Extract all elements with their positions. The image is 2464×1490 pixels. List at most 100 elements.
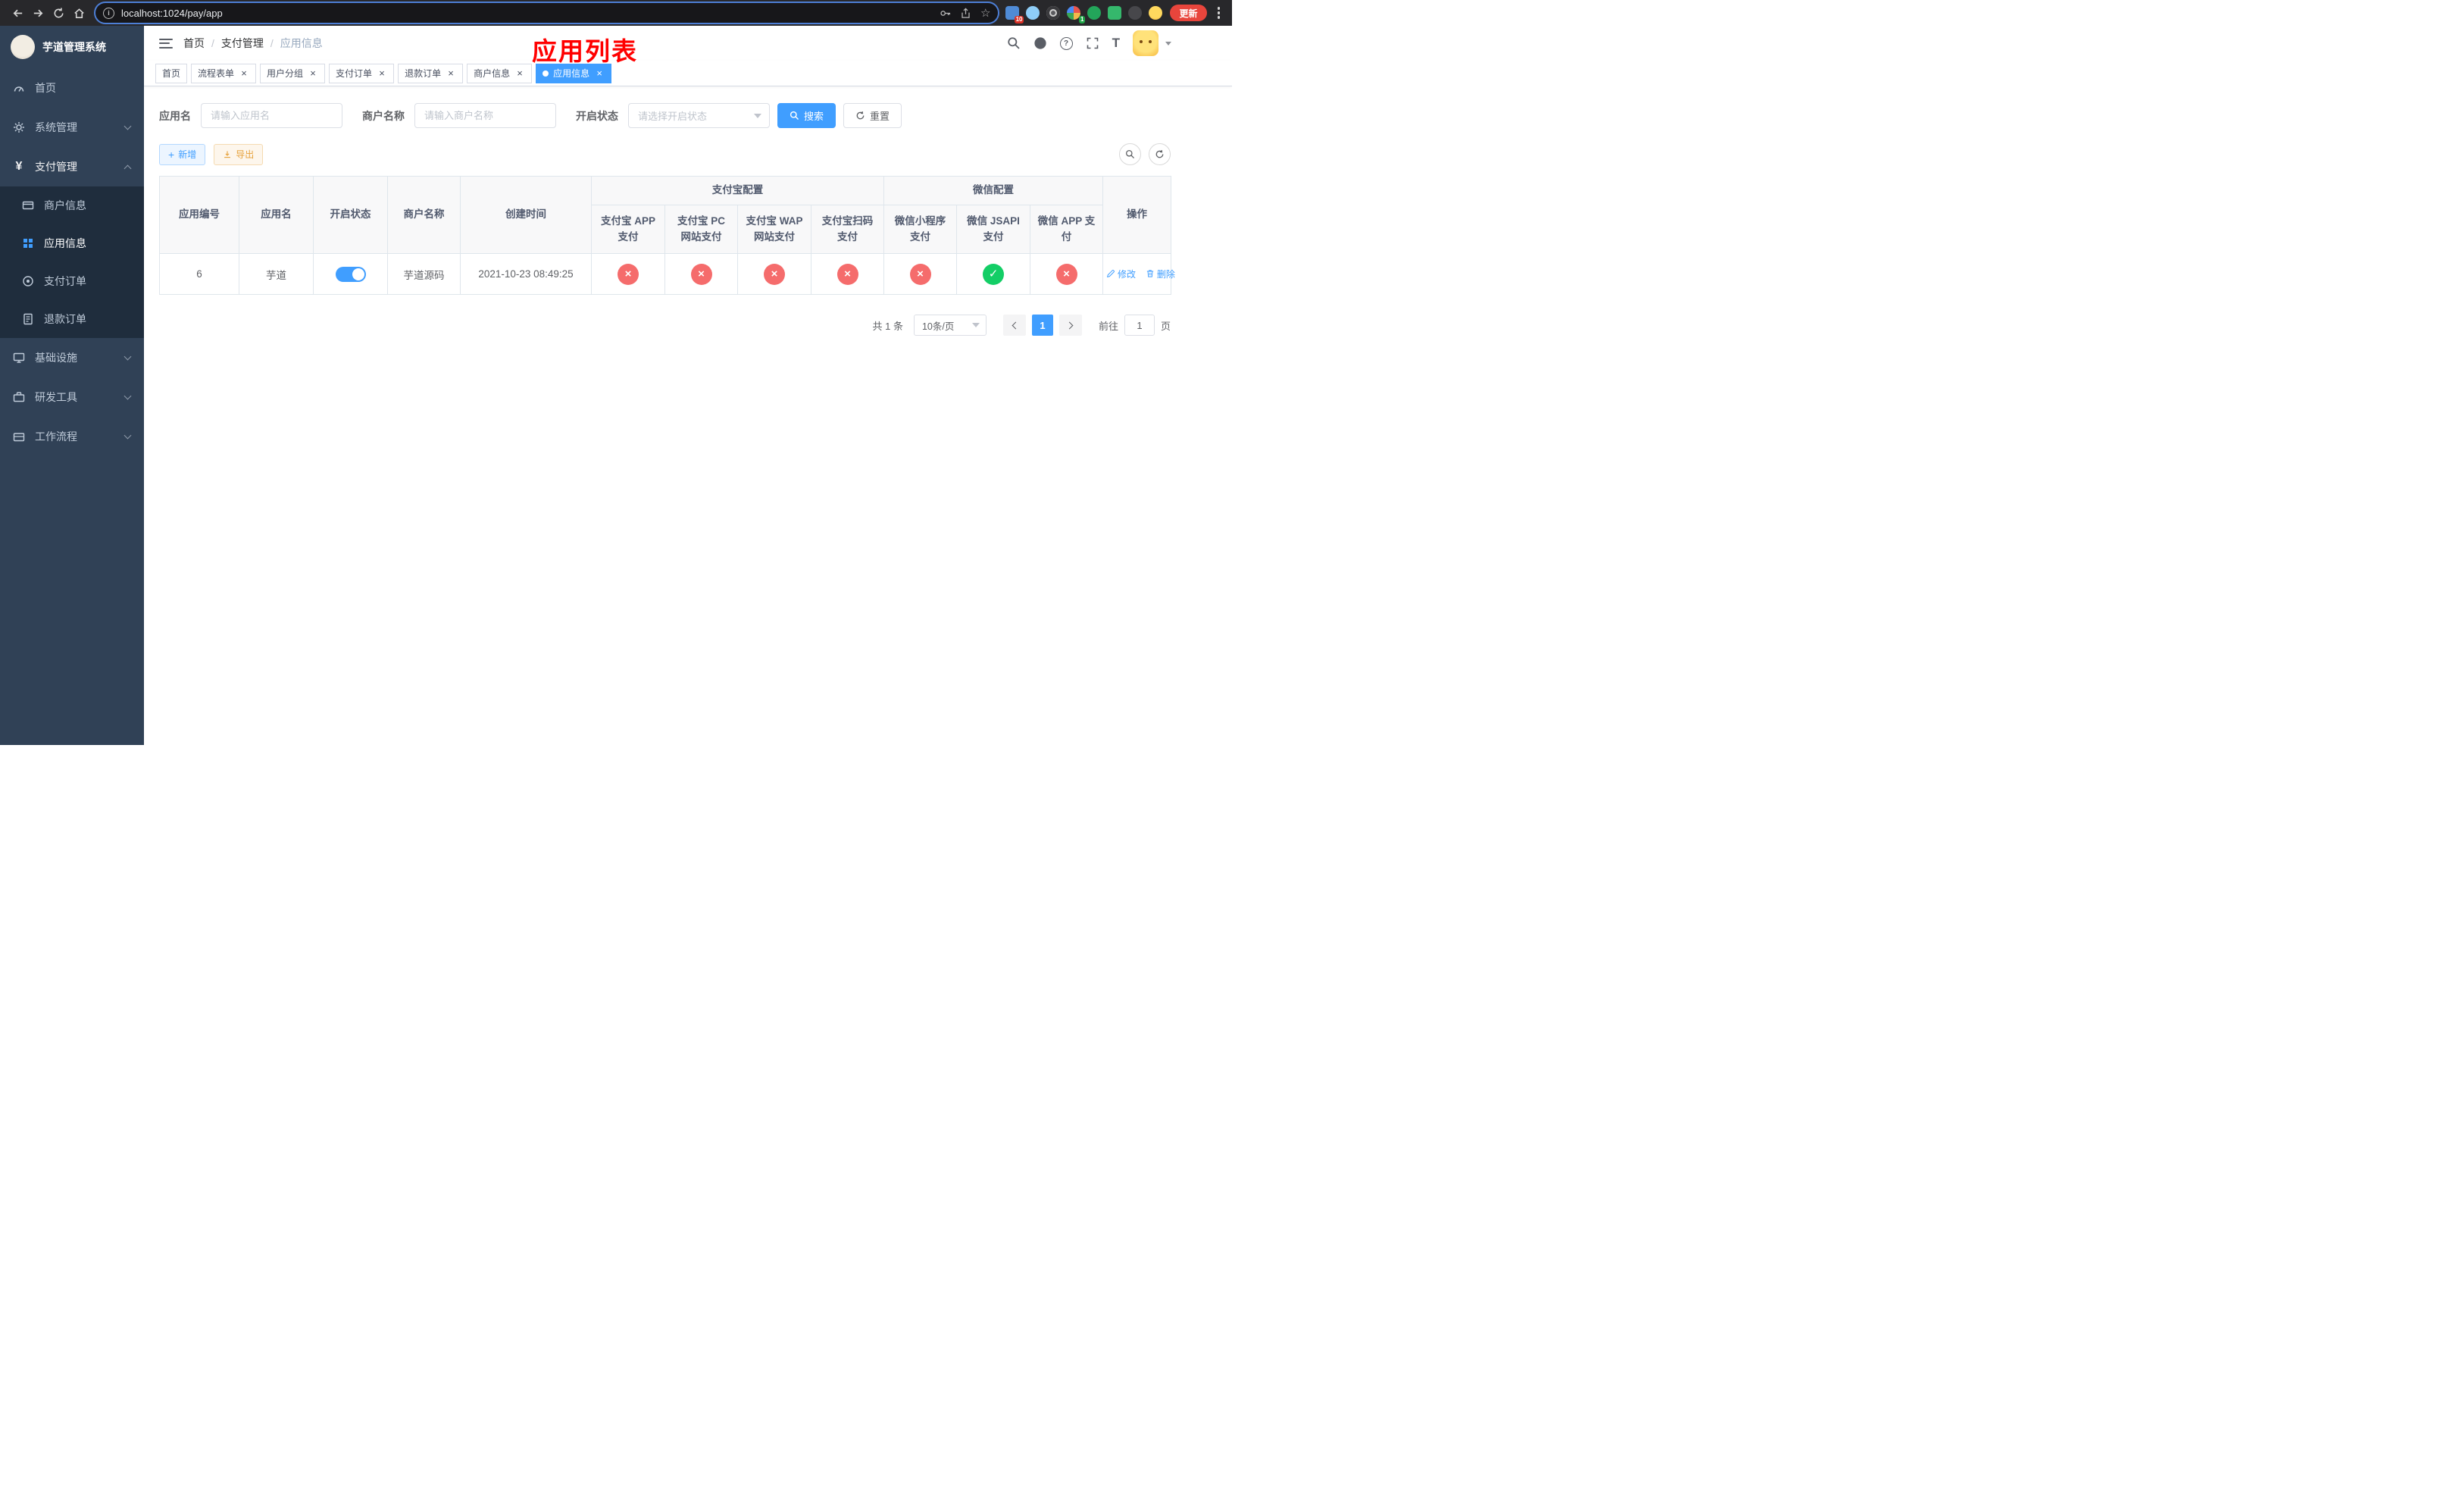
tab-merchant-info[interactable]: 商户信息 × xyxy=(467,63,533,83)
active-tab-dot xyxy=(543,70,549,77)
prev-page-button[interactable] xyxy=(1002,315,1026,336)
breadcrumb-separator: / xyxy=(270,37,274,49)
forward-icon[interactable] xyxy=(28,3,48,23)
extension-icon-5[interactable] xyxy=(1087,6,1102,20)
header-group-wechat: 微信配置 xyxy=(883,176,1104,205)
chrome-update-button[interactable]: 更新 xyxy=(1170,5,1207,21)
sidebar-item-merchant-info[interactable]: 商户信息 xyxy=(0,186,144,224)
status-select[interactable]: 请选择开启状态 xyxy=(628,103,770,128)
extension-icon-2[interactable] xyxy=(1026,6,1040,20)
tab-refund-order[interactable]: 退款订单 × xyxy=(398,63,464,83)
chevron-down-icon xyxy=(124,122,132,130)
extension-icon-7[interactable] xyxy=(1128,6,1143,20)
table-tools xyxy=(1119,143,1171,165)
reload-icon[interactable] xyxy=(48,3,69,23)
tab-pay-order[interactable]: 支付订单 × xyxy=(329,63,395,83)
back-icon[interactable] xyxy=(8,3,28,23)
merchant-name-input[interactable] xyxy=(414,103,556,128)
delete-button[interactable]: 删除 xyxy=(1146,268,1175,280)
extension-icon-1[interactable]: 10 xyxy=(1005,6,1024,23)
sidebar-item-infrastructure[interactable]: 基础设施 xyxy=(0,338,144,377)
sidebar-item-label: 研发工具 xyxy=(35,391,77,403)
header-alipay-qr: 支付宝扫码支付 xyxy=(811,205,884,254)
chevron-down-icon xyxy=(754,113,761,118)
tab-home[interactable]: 首页 xyxy=(155,63,188,83)
tab-process-form[interactable]: 流程表单 × xyxy=(191,63,257,83)
document-icon xyxy=(21,313,35,325)
alipay-wap-pay-status-icon: × xyxy=(764,263,785,285)
github-icon[interactable] xyxy=(1033,36,1047,50)
collapse-sidebar-icon[interactable] xyxy=(159,38,173,49)
page-size-select[interactable]: 10条/页 xyxy=(913,315,987,336)
top-navbar: 首页 / 支付管理 / 应用信息 ? T xyxy=(144,26,1232,61)
export-button[interactable]: 导出 xyxy=(214,143,264,165)
sidebar-item-workflow[interactable]: 工作流程 xyxy=(0,417,144,456)
sidebar-item-refund-order[interactable]: 退款订单 xyxy=(0,300,144,338)
breadcrumb-home[interactable]: 首页 xyxy=(183,36,205,51)
close-tab-icon[interactable]: × xyxy=(446,68,456,79)
sidebar-item-home[interactable]: 首页 xyxy=(0,68,144,108)
close-tab-icon[interactable]: × xyxy=(594,68,605,79)
next-page-button[interactable] xyxy=(1058,315,1082,336)
password-key-icon[interactable] xyxy=(940,8,951,19)
goto-page-input[interactable] xyxy=(1124,315,1155,336)
cell-status xyxy=(313,253,388,295)
extension-icon-8[interactable] xyxy=(1149,6,1163,20)
sidebar-item-label: 商户信息 xyxy=(44,199,86,211)
extension-icon-3[interactable] xyxy=(1046,6,1061,20)
site-info-icon[interactable]: i xyxy=(103,7,114,19)
monitor-icon xyxy=(12,352,26,364)
browser-toolbar: i localhost:1024/pay/app ☆ 10 1 更新 xyxy=(0,0,1232,26)
font-size-icon[interactable]: T xyxy=(1112,36,1120,51)
alipay-qr-pay-status-icon: × xyxy=(836,263,858,285)
help-icon[interactable]: ? xyxy=(1059,36,1073,50)
breadcrumb-payment[interactable]: 支付管理 xyxy=(221,36,264,51)
wechat-mini-pay-status-icon: × xyxy=(909,263,931,285)
header-alipay-wap: 支付宝 WAP 网站支付 xyxy=(737,205,811,254)
close-tab-icon[interactable]: × xyxy=(377,68,387,79)
header-merchant-name: 商户名称 xyxy=(387,176,461,254)
app-status-switch[interactable] xyxy=(335,266,366,282)
share-icon[interactable] xyxy=(960,8,971,19)
sidebar-item-system[interactable]: 系统管理 xyxy=(0,108,144,147)
page-content: 应用名 商户名称 开启状态 请选择开启状态 搜索 重置 xyxy=(144,86,1232,745)
edit-button[interactable]: 修改 xyxy=(1106,268,1136,280)
address-bar[interactable]: i localhost:1024/pay/app ☆ xyxy=(95,3,999,23)
header-app-name: 应用名 xyxy=(239,176,314,254)
breadcrumb-current: 应用信息 xyxy=(280,37,323,49)
sidebar-item-pay-order[interactable]: 支付订单 xyxy=(0,262,144,300)
page-unit-label: 页 xyxy=(1160,320,1171,332)
toggle-search-button[interactable] xyxy=(1119,143,1141,165)
sidebar-item-dev-tools[interactable]: 研发工具 xyxy=(0,377,144,417)
search-icon[interactable] xyxy=(1007,36,1021,50)
cell-actions: 修改 删除 xyxy=(1102,253,1175,295)
tab-user-group[interactable]: 用户分组 × xyxy=(260,63,326,83)
app-title: 芋道管理系统 xyxy=(42,41,106,53)
close-tab-icon[interactable]: × xyxy=(239,68,249,79)
avatar-caret-icon[interactable] xyxy=(1165,41,1171,45)
close-tab-icon[interactable]: × xyxy=(308,68,318,79)
bookmark-star-icon[interactable]: ☆ xyxy=(980,8,990,19)
user-avatar[interactable] xyxy=(1133,30,1159,56)
fullscreen-icon[interactable] xyxy=(1086,36,1099,50)
sidebar-item-payment[interactable]: ¥ 支付管理 xyxy=(0,147,144,186)
add-button[interactable]: + 新增 xyxy=(159,143,206,165)
refresh-table-button[interactable] xyxy=(1149,143,1171,165)
main-area: 首页 / 支付管理 / 应用信息 ? T 首页 流程表单 × 用户分组 × 支付… xyxy=(144,26,1232,745)
extension-icon-6[interactable] xyxy=(1108,6,1122,20)
chrome-menu-icon[interactable] xyxy=(1213,4,1225,22)
sidebar-item-label: 支付订单 xyxy=(44,275,86,287)
search-button[interactable]: 搜索 xyxy=(777,103,836,128)
extension-icon-4[interactable]: 1 xyxy=(1067,6,1086,23)
extension-badge: 10 xyxy=(1014,16,1024,23)
status-label: 开启状态 xyxy=(576,109,618,122)
url-text[interactable]: localhost:1024/pay/app xyxy=(121,8,930,19)
header-alipay-app: 支付宝 APP 支付 xyxy=(591,205,665,254)
close-tab-icon[interactable]: × xyxy=(514,68,525,79)
app-name-input[interactable] xyxy=(201,103,342,128)
home-icon[interactable] xyxy=(69,3,89,23)
reset-button[interactable]: 重置 xyxy=(843,103,902,128)
page-1-button[interactable]: 1 xyxy=(1031,315,1053,336)
sidebar-item-app-info[interactable]: 应用信息 xyxy=(0,224,144,262)
header-group-alipay: 支付宝配置 xyxy=(591,176,884,205)
